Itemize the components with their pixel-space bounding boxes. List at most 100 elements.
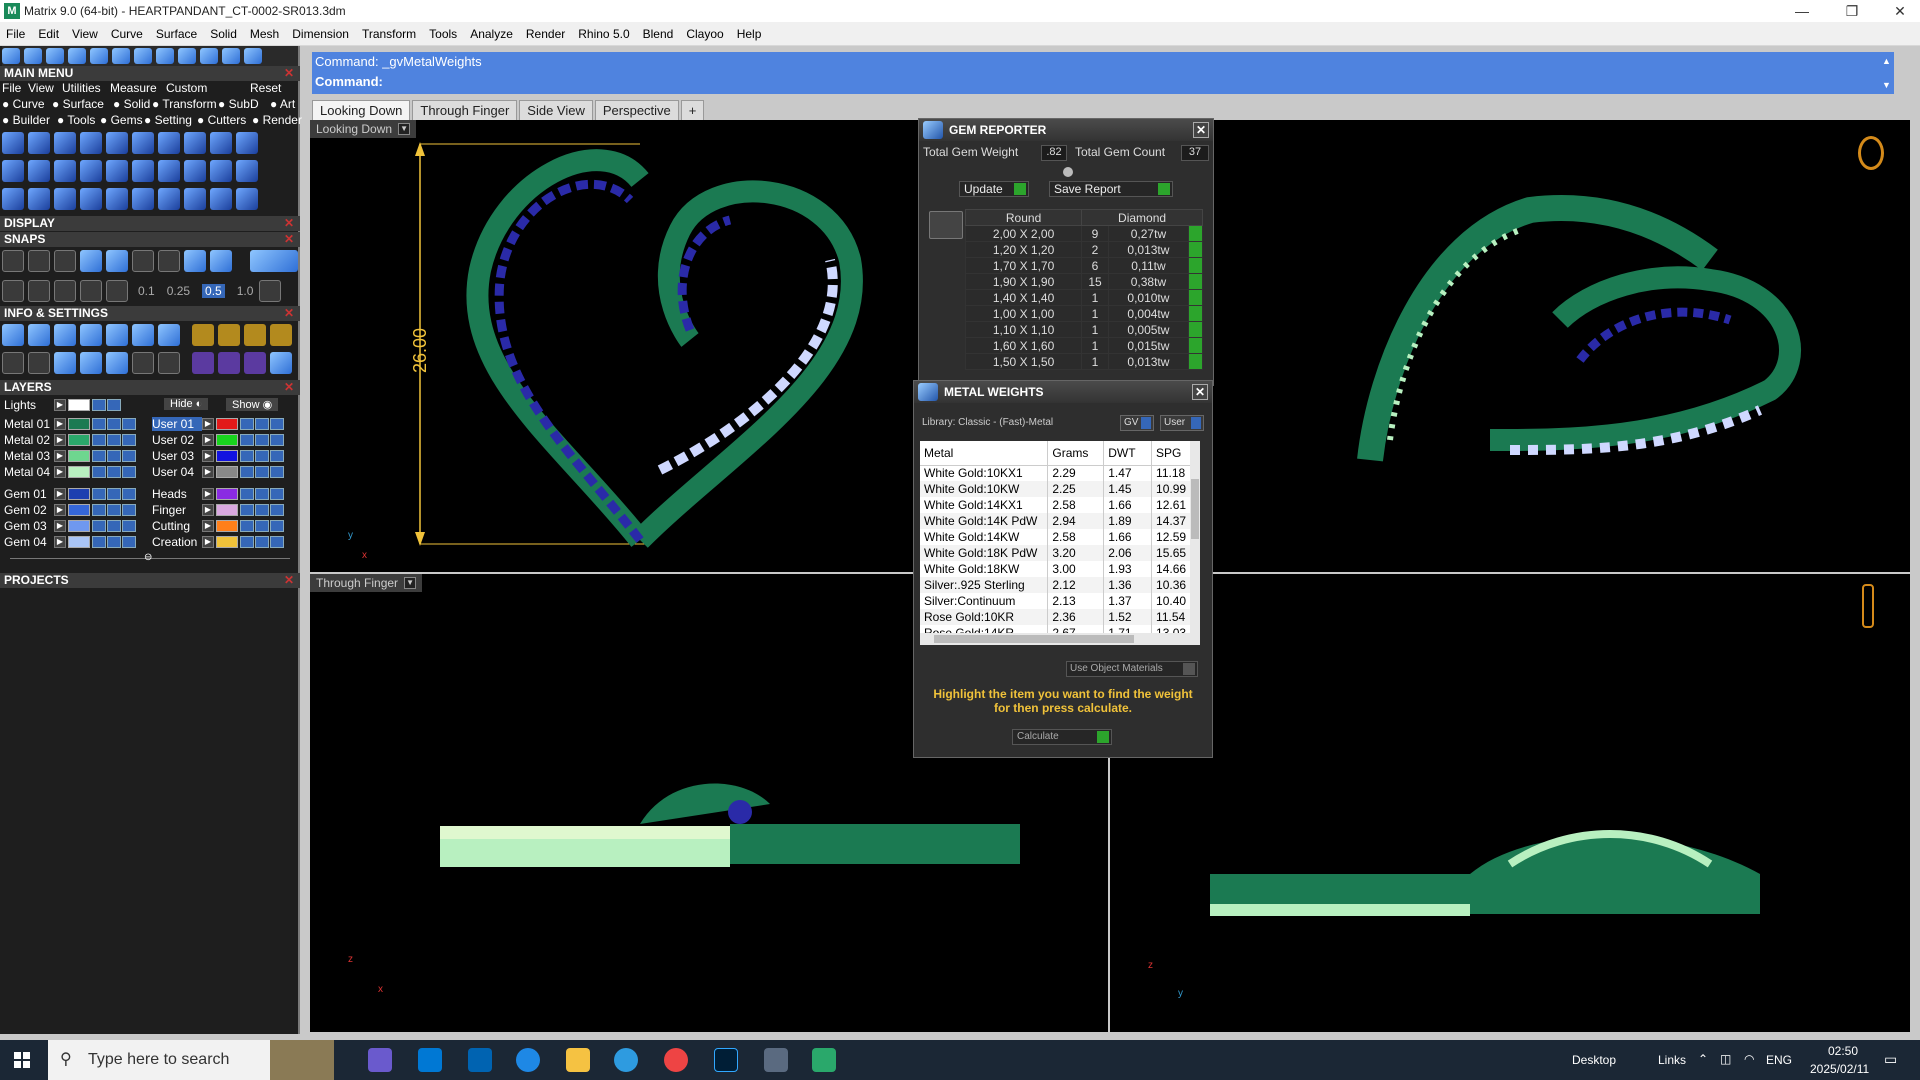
layer-finger[interactable]: Finger ▶: [152, 503, 285, 517]
layer-toggle[interactable]: [240, 504, 254, 516]
tool-icon[interactable]: [68, 48, 86, 64]
layer-color[interactable]: [216, 504, 238, 516]
snap-icon[interactable]: [2, 280, 24, 302]
tool-icon[interactable]: [2, 188, 24, 210]
tool-icon[interactable]: [80, 132, 102, 154]
menu-transform[interactable]: Transform: [362, 27, 416, 41]
layer-color[interactable]: [68, 399, 90, 411]
reset-button[interactable]: Reset: [250, 81, 281, 95]
snap-icon[interactable]: [2, 250, 24, 272]
matrix-taskbar-icon[interactable]: [812, 1048, 836, 1072]
layer-color[interactable]: [216, 536, 238, 548]
file-explorer-icon[interactable]: [566, 1048, 590, 1072]
layer-toggle[interactable]: [270, 504, 284, 516]
layer-color[interactable]: [68, 434, 90, 446]
ring-icon[interactable]: [1858, 136, 1884, 170]
layer-toggle[interactable]: [107, 418, 121, 430]
tool-icon[interactable]: [184, 188, 206, 210]
tool-icon[interactable]: [106, 324, 128, 346]
redo-icon[interactable]: [244, 48, 262, 64]
tool-icon[interactable]: [270, 324, 292, 346]
go-icon[interactable]: [1188, 353, 1203, 370]
tool-icon[interactable]: [54, 352, 76, 374]
network-icon[interactable]: ◫: [1720, 1052, 1731, 1066]
tool-icon[interactable]: [236, 160, 258, 182]
expand-icon[interactable]: ▶: [54, 418, 66, 430]
restore-icon[interactable]: ❐: [1832, 0, 1872, 22]
layer-color[interactable]: [68, 504, 90, 516]
layer-color[interactable]: [68, 536, 90, 548]
layer-color[interactable]: [68, 488, 90, 500]
layer-toggle[interactable]: [107, 399, 121, 411]
gem-row[interactable]: 1,00 X 1,00 1 0,004tw: [964, 305, 1203, 322]
menu-curve[interactable]: Curve: [111, 27, 143, 41]
filter-icon[interactable]: [106, 352, 128, 374]
chevron-up-icon[interactable]: ⌃: [1698, 1052, 1708, 1066]
menu-blend[interactable]: Blend: [643, 27, 674, 41]
layer-toggle[interactable]: [107, 434, 121, 446]
table-row[interactable]: Rose Gold:10KR 2.36 1.52 11.54: [920, 609, 1192, 625]
submenu-custom[interactable]: Custom: [166, 81, 207, 95]
layer-toggle[interactable]: [255, 520, 269, 532]
snap-icon[interactable]: [106, 250, 128, 272]
tool-icon[interactable]: [132, 160, 154, 182]
cat-cutters[interactable]: ● Cutters: [197, 113, 246, 127]
scroll-up-icon[interactable]: ▲: [1882, 56, 1892, 66]
layer-toggle[interactable]: [255, 466, 269, 478]
layer-toggle[interactable]: [122, 434, 136, 446]
layer-toggle[interactable]: [107, 450, 121, 462]
snap-icon[interactable]: [210, 250, 232, 272]
scroll-thumb[interactable]: [1191, 479, 1199, 539]
tool-icon[interactable]: [24, 48, 42, 64]
layer-toggle[interactable]: [270, 520, 284, 532]
command-area[interactable]: Command: _gvMetalWeights Command: ▲ ▼: [312, 52, 1894, 94]
close-icon[interactable]: ✕: [284, 216, 294, 231]
grid-snap-toggle[interactable]: [250, 250, 298, 272]
layer-toggle[interactable]: [255, 504, 269, 516]
tool-icon[interactable]: [132, 352, 154, 374]
close-icon[interactable]: ✕: [1880, 0, 1920, 22]
cat-curve[interactable]: ● Curve: [2, 97, 45, 111]
tab-through-finger[interactable]: Through Finger: [412, 100, 518, 120]
tool-icon[interactable]: [200, 48, 218, 64]
expand-icon[interactable]: ▶: [54, 434, 66, 446]
table-row[interactable]: White Gold:18KW 3.00 1.93 14.66: [920, 561, 1192, 577]
col-metal[interactable]: Metal: [920, 441, 1049, 466]
cat-art[interactable]: ● Art: [270, 97, 295, 111]
layer-toggle[interactable]: [122, 466, 136, 478]
tool-icon[interactable]: [28, 188, 50, 210]
go-icon[interactable]: [1188, 257, 1203, 274]
layer-color[interactable]: [216, 520, 238, 532]
layer-toggle[interactable]: [270, 434, 284, 446]
snap-icon[interactable]: [80, 280, 102, 302]
menu-tools[interactable]: Tools: [429, 27, 457, 41]
table-row[interactable]: White Gold:14KX1 2.58 1.66 12.61: [920, 497, 1192, 513]
layer-color[interactable]: [216, 434, 238, 446]
expand-icon[interactable]: ▶: [202, 434, 214, 446]
cat-tools[interactable]: ● Tools: [57, 113, 95, 127]
snap-icon[interactable]: [158, 250, 180, 272]
table-row[interactable]: White Gold:14K PdW 2.94 1.89 14.37: [920, 513, 1192, 529]
use-object-materials-button[interactable]: Use Object Materials: [1066, 661, 1198, 677]
layer-toggle[interactable]: [92, 418, 106, 430]
tool-icon[interactable]: [80, 160, 102, 182]
layer-gem-04[interactable]: Gem 04 ▶: [4, 535, 137, 549]
cat-setting[interactable]: ● Setting: [144, 113, 192, 127]
hide-button[interactable]: Hide ◐: [164, 398, 209, 410]
layer-color[interactable]: [68, 520, 90, 532]
submenu-measure[interactable]: Measure: [110, 81, 157, 95]
cat-transform[interactable]: ● Transform: [152, 97, 217, 111]
tool-icon[interactable]: [236, 132, 258, 154]
close-icon[interactable]: ✕: [1192, 384, 1208, 400]
tool-icon[interactable]: [28, 160, 50, 182]
splitter-handle[interactable]: [1063, 167, 1073, 177]
layer-gem-01[interactable]: Gem 01 ▶: [4, 487, 137, 501]
expand-icon[interactable]: ▶: [202, 466, 214, 478]
tool-icon[interactable]: [134, 48, 152, 64]
layer-toggle[interactable]: [255, 418, 269, 430]
close-icon[interactable]: ✕: [284, 380, 294, 395]
go-icon[interactable]: [1188, 289, 1203, 306]
layer-toggle[interactable]: [240, 466, 254, 478]
layer-creation[interactable]: Creation ▶: [152, 535, 285, 549]
layer-toggle[interactable]: [255, 536, 269, 548]
